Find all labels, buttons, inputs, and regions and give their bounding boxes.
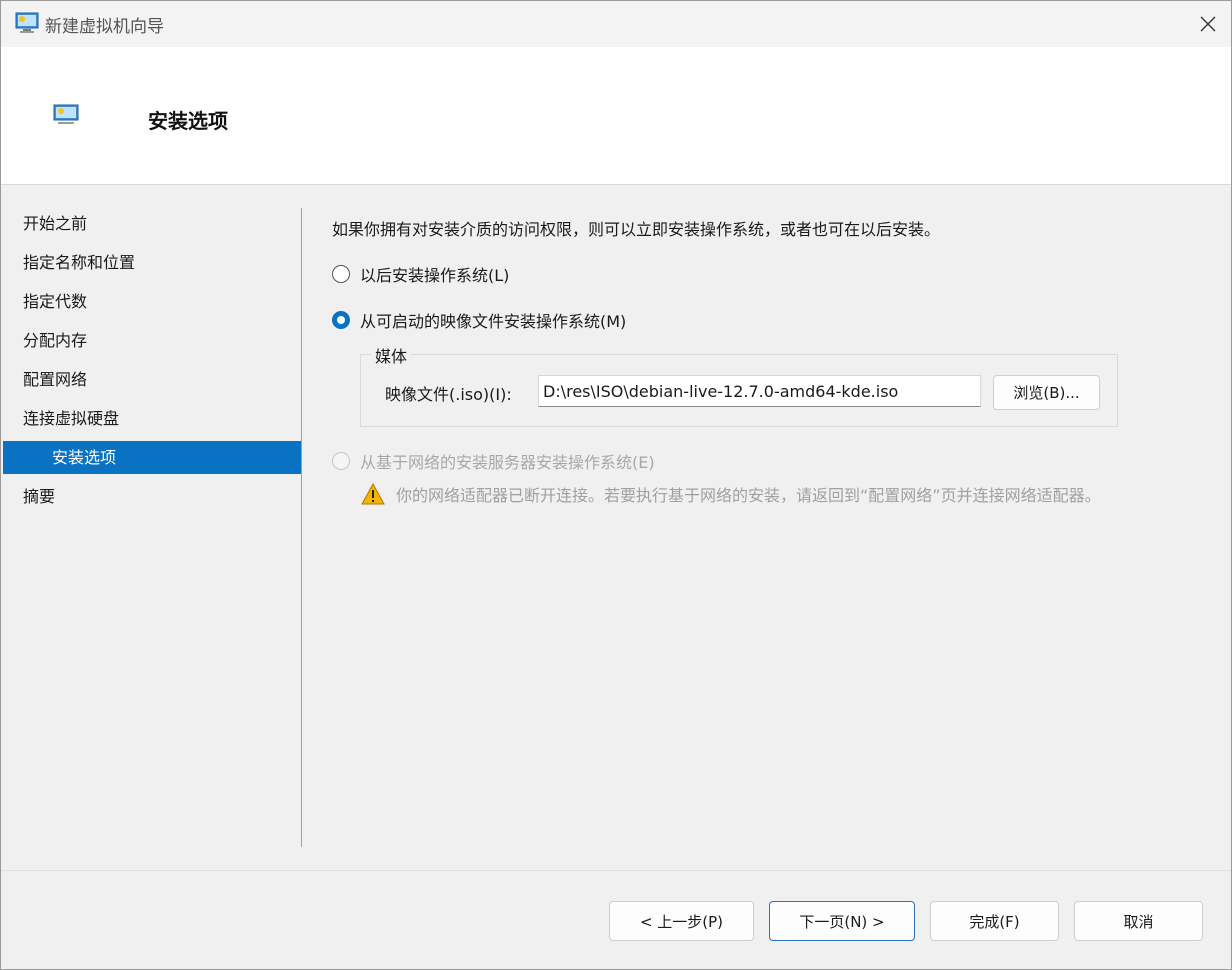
finish-button[interactable]: 完成(F) (930, 901, 1059, 941)
nav-item-summary[interactable]: 摘要 (1, 477, 301, 516)
footer-divider (1, 870, 1231, 871)
nav-item-virtual-disk[interactable]: 连接虚拟硬盘 (1, 399, 301, 438)
option-install-later-label: 以后安装操作系统(L) (360, 266, 510, 285)
header-banner: 安装选项 (1, 47, 1231, 185)
nav-item-before-you-begin[interactable]: 开始之前 (1, 204, 301, 243)
option-install-from-network: 从基于网络的安装服务器安装操作系统(E) (332, 449, 655, 473)
intro-text: 如果你拥有对安装介质的访问权限，则可以立即安装操作系统，或者也可在以后安装。 (332, 220, 941, 239)
nav-item-install-options[interactable]: 安装选项 (3, 441, 301, 474)
warning-icon (361, 483, 385, 505)
title-bar: 新建虚拟机向导 (1, 1, 1231, 47)
radio-install-later[interactable] (332, 265, 350, 283)
browse-button[interactable]: 浏览(B)... (993, 375, 1100, 410)
radio-install-from-network (332, 452, 350, 470)
wizard-nav: 开始之前 指定名称和位置 指定代数 分配内存 配置网络 连接虚拟硬盘 安装选项 … (1, 204, 301, 516)
iso-path-input[interactable] (538, 375, 981, 407)
network-warning-text: 你的网络适配器已断开连接。若要执行基于网络的安装，请返回到“配置网络”页并连接网… (396, 486, 1101, 505)
nav-item-name-location[interactable]: 指定名称和位置 (1, 243, 301, 282)
nav-item-generation[interactable]: 指定代数 (1, 282, 301, 321)
nav-item-memory[interactable]: 分配内存 (1, 321, 301, 360)
iso-label: 映像文件(.iso)(I): (385, 385, 512, 404)
option-install-from-image[interactable]: 从可启动的映像文件安装操作系统(M) (332, 308, 626, 332)
close-button[interactable] (1185, 1, 1231, 47)
network-warning: 你的网络适配器已断开连接。若要执行基于网络的安装，请返回到“配置网络”页并连接网… (361, 482, 1101, 506)
previous-button[interactable]: < 上一步(P) (609, 901, 754, 941)
vm-monitor-icon (53, 104, 79, 124)
media-group: 媒体 映像文件(.iso)(I): 浏览(B)... (360, 343, 1118, 427)
wizard-window: 新建虚拟机向导 安装选项 开始之前 指定名称和位置 指定代数 分配内存 配置网络… (0, 0, 1232, 970)
option-install-later[interactable]: 以后安装操作系统(L) (332, 262, 509, 286)
close-icon (1200, 16, 1216, 32)
nav-item-network[interactable]: 配置网络 (1, 360, 301, 399)
vm-monitor-icon (15, 12, 39, 33)
media-legend: 媒体 (371, 343, 412, 367)
window-title: 新建虚拟机向导 (45, 17, 164, 37)
nav-divider (301, 208, 302, 847)
page-title: 安装选项 (148, 109, 228, 133)
radio-install-from-image[interactable] (332, 311, 350, 329)
option-install-from-network-label: 从基于网络的安装服务器安装操作系统(E) (360, 453, 655, 472)
cancel-button[interactable]: 取消 (1074, 901, 1203, 941)
option-install-from-image-label: 从可启动的映像文件安装操作系统(M) (360, 312, 627, 331)
next-button[interactable]: 下一页(N) > (769, 901, 915, 941)
